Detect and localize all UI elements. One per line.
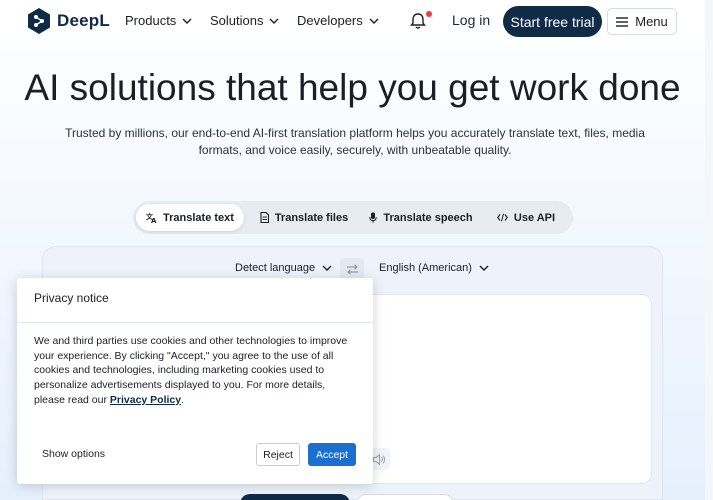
login-link[interactable]: Log in — [452, 12, 490, 28]
source-language-label: Detect language — [235, 262, 316, 274]
chevron-down-icon — [269, 18, 279, 24]
deepl-logo[interactable]: DeepL — [28, 8, 110, 34]
speaker-icon — [372, 453, 385, 465]
privacy-notice-title: Privacy notice — [17, 278, 373, 323]
tab-translate-files[interactable]: Translate files — [249, 204, 359, 231]
secondary-pill-button[interactable] — [356, 494, 454, 500]
chevron-down-icon — [182, 18, 192, 24]
chevron-down-icon — [479, 265, 489, 271]
privacy-notice-dialog: Privacy notice We and third parties use … — [17, 278, 373, 484]
privacy-body-end: . — [181, 393, 185, 406]
tab-use-api[interactable]: Use API — [485, 204, 567, 231]
svg-text:A: A — [151, 217, 157, 223]
translate-icon: 文 A — [146, 212, 157, 223]
start-free-trial-button[interactable]: Start free trial — [503, 6, 602, 37]
privacy-notice-text: We and third parties use cookies and oth… — [34, 334, 359, 408]
chevron-down-icon — [322, 265, 332, 271]
file-icon — [260, 212, 269, 223]
deepl-logo-icon — [28, 8, 50, 34]
tab-translate-speech[interactable]: Translate speech — [363, 204, 479, 231]
source-language-selector[interactable]: Detect language — [235, 262, 332, 274]
nav-solutions-label: Solutions — [210, 13, 264, 28]
privacy-body-text: We and third parties use cookies and oth… — [34, 335, 348, 406]
logo-text: DeepL — [57, 11, 110, 30]
primary-pill-button[interactable] — [240, 494, 350, 500]
nav-products[interactable]: Products — [125, 13, 192, 28]
bell-icon[interactable] — [408, 11, 428, 31]
accept-button[interactable]: Accept — [308, 443, 356, 466]
reject-button[interactable]: Reject — [256, 443, 300, 466]
hero-subtitle: Trusted by millions, our end-to-end AI-f… — [65, 126, 645, 157]
target-language-label: English (American) — [379, 262, 472, 274]
swap-icon — [346, 263, 358, 275]
notification-dot — [426, 11, 432, 17]
top-navigation: DeepL Products Solutions Developers Log … — [0, 0, 713, 42]
scrollbar-track[interactable] — [705, 0, 713, 500]
menu-button[interactable]: Menu — [607, 8, 677, 35]
tab-translate-speech-label: Translate speech — [383, 211, 473, 224]
menu-button-label: Menu — [635, 14, 668, 29]
microphone-icon — [369, 212, 378, 223]
code-icon — [497, 213, 508, 222]
nav-solutions[interactable]: Solutions — [210, 13, 279, 28]
privacy-policy-link[interactable]: Privacy Policy — [110, 394, 181, 406]
tab-use-api-label: Use API — [513, 211, 556, 224]
nav-developers[interactable]: Developers — [297, 13, 379, 28]
swap-languages-button[interactable] — [340, 258, 364, 280]
chevron-down-icon — [369, 18, 379, 24]
nav-products-label: Products — [125, 13, 177, 28]
nav-developers-label: Developers — [297, 13, 363, 28]
hamburger-icon — [616, 16, 629, 27]
hero-title: AI solutions that help you get work done — [24, 67, 681, 108]
tab-translate-text-label: Translate text — [163, 211, 234, 224]
product-tabs: 文 A Translate text Translate files Trans… — [133, 201, 573, 234]
tab-translate-files-label: Translate files — [274, 211, 349, 224]
target-language-selector[interactable]: English (American) — [379, 262, 489, 274]
tab-translate-text[interactable]: 文 A Translate text — [136, 204, 244, 231]
show-options-link[interactable]: Show options — [42, 448, 105, 460]
